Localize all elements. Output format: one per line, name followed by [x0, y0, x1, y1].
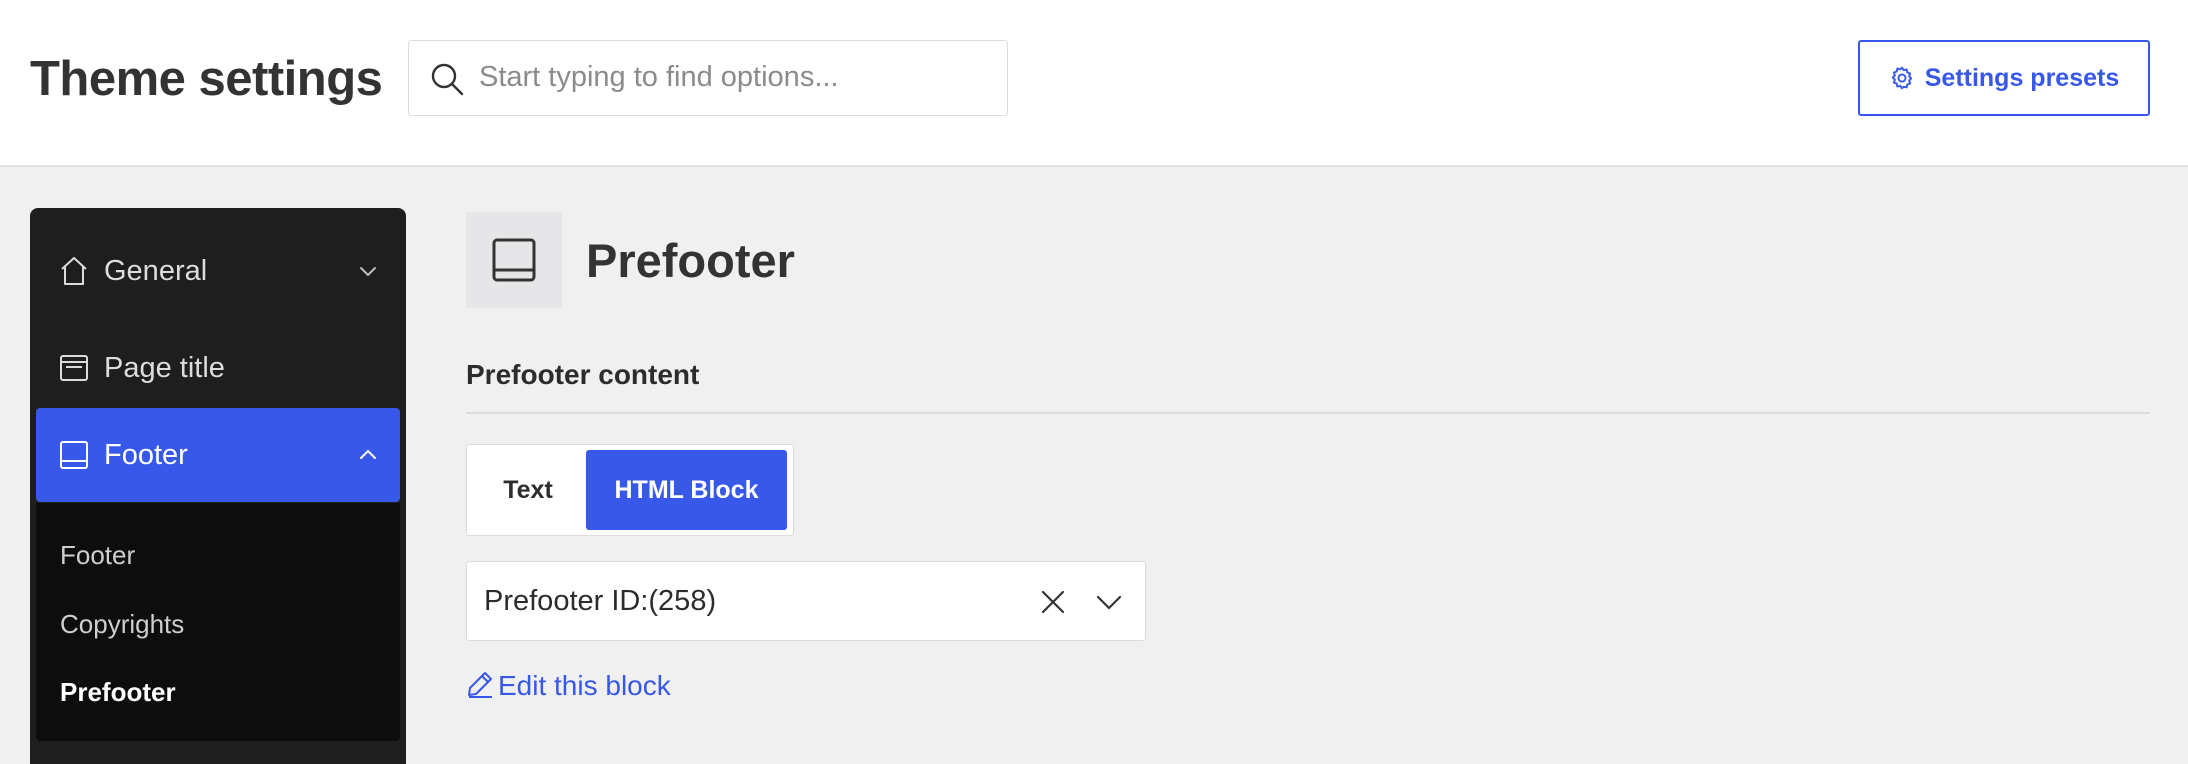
search-icon: [431, 63, 464, 96]
section-title: Prefooter: [586, 234, 795, 287]
toggle-option-text[interactable]: Text: [471, 450, 585, 530]
sidebar-item-general[interactable]: General: [36, 224, 400, 318]
home-icon: [61, 257, 87, 285]
settings-presets-button[interactable]: Settings presets: [1858, 40, 2150, 116]
edit-block-label: Edit this block: [498, 670, 671, 701]
footer-icon: [60, 441, 88, 469]
page-title-icon: [60, 355, 88, 381]
settings-presets-label: Settings presets: [1924, 63, 2120, 92]
close-icon[interactable]: [1039, 588, 1067, 616]
chevron-down-icon[interactable]: [1095, 590, 1123, 614]
footer-submenu: Footer Copyrights Prefooter: [36, 503, 400, 741]
content-type-toggle: Text HTML Block: [466, 444, 794, 536]
submenu-item-footer[interactable]: Footer: [60, 540, 135, 570]
sidebar-item-footer[interactable]: Footer: [36, 408, 400, 502]
prefooter-select-value: Prefooter ID:(258): [484, 585, 717, 617]
top-bar: Theme settings Settings presets: [0, 0, 2188, 167]
section-icon-box: [466, 212, 562, 308]
sidebar-item-label: Page title: [104, 352, 225, 384]
divider: [466, 412, 2150, 414]
footer-icon: [492, 238, 536, 282]
sidebar-item-label: General: [104, 255, 208, 287]
gear-icon: [1891, 66, 1912, 90]
page-title: Theme settings: [30, 52, 383, 106]
chevron-down-icon: [360, 267, 376, 277]
search-box[interactable]: [408, 40, 1008, 116]
submenu-item-prefooter[interactable]: Prefooter: [60, 677, 176, 707]
toggle-option-html-block[interactable]: HTML Block: [586, 450, 787, 530]
prefooter-content-label: Prefooter content: [466, 359, 700, 390]
sidebar-item-page-title[interactable]: Page title: [36, 321, 400, 415]
prefooter-select[interactable]: Prefooter ID:(258): [466, 561, 1146, 641]
settings-sidebar: General Page title Footer Footer Copyrig…: [30, 208, 406, 764]
sidebar-item-label: Footer: [104, 439, 188, 471]
chevron-up-icon: [360, 449, 376, 459]
pencil-icon: [468, 672, 492, 698]
submenu-item-copyrights[interactable]: Copyrights: [60, 609, 184, 639]
search-input[interactable]: [479, 41, 989, 114]
